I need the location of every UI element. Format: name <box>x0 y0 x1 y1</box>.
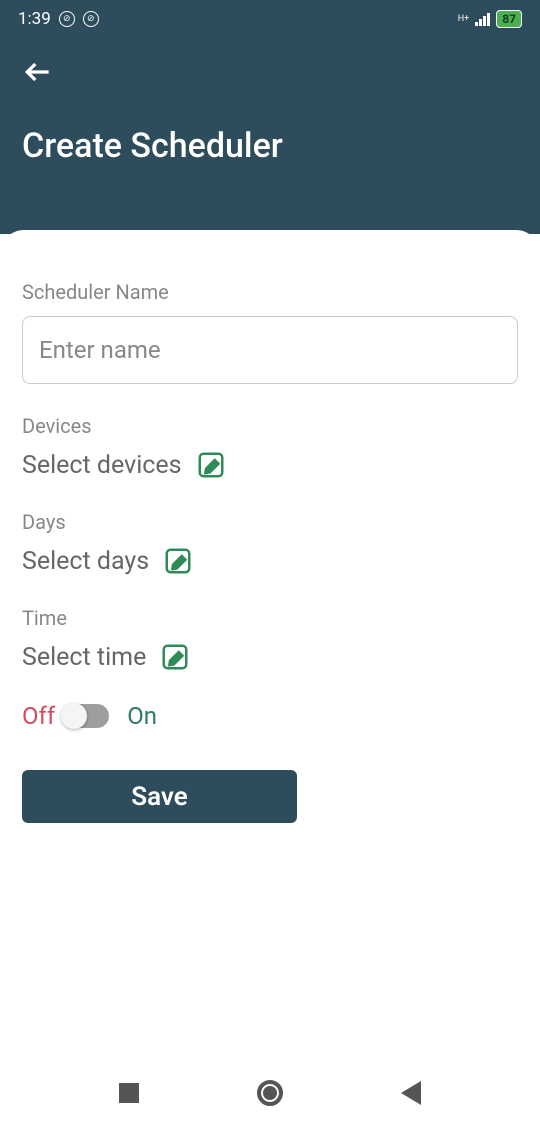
toggle-knob <box>61 703 87 729</box>
recent-apps-button[interactable] <box>119 1083 139 1103</box>
days-select-row[interactable]: Select days <box>22 546 518 576</box>
edit-icon <box>163 546 193 576</box>
page-title: Create Scheduler <box>22 126 518 166</box>
edit-icon <box>196 450 226 480</box>
signal-icon <box>475 12 490 26</box>
devices-select-text: Select devices <box>22 451 182 480</box>
time-select-text: Select time <box>22 643 146 672</box>
toggle-row: Off On <box>22 702 518 730</box>
edit-icon <box>160 642 190 672</box>
home-button[interactable] <box>257 1080 283 1106</box>
battery-icon: 87 <box>496 10 522 28</box>
days-section: Days Select days <box>22 510 518 576</box>
dnd-icon-2: ⊘ <box>83 11 99 27</box>
devices-select-row[interactable]: Select devices <box>22 450 518 480</box>
form-content: Scheduler Name Devices Select devices Da… <box>0 230 540 823</box>
dnd-icon: ⊘ <box>59 11 75 27</box>
network-type-icon: H+ <box>458 14 470 24</box>
arrow-left-icon <box>22 56 54 88</box>
back-button[interactable] <box>22 56 518 96</box>
days-select-text: Select days <box>22 547 149 576</box>
back-nav-button[interactable] <box>401 1081 421 1105</box>
app-header: Create Scheduler <box>0 38 540 234</box>
days-label: Days <box>22 510 518 534</box>
status-left: 1:39 ⊘ ⊘ <box>18 9 99 29</box>
off-label: Off <box>22 702 55 730</box>
status-time: 1:39 <box>18 9 51 29</box>
time-select-row[interactable]: Select time <box>22 642 518 672</box>
time-section: Time Select time <box>22 606 518 672</box>
devices-section: Devices Select devices <box>22 414 518 480</box>
on-off-toggle[interactable] <box>63 704 109 728</box>
name-label: Scheduler Name <box>22 280 518 304</box>
save-button[interactable]: Save <box>22 770 297 823</box>
status-right: H+ 87 <box>458 10 522 28</box>
on-label: On <box>127 702 157 730</box>
status-bar: 1:39 ⊘ ⊘ H+ 87 <box>0 0 540 38</box>
devices-label: Devices <box>22 414 518 438</box>
time-label: Time <box>22 606 518 630</box>
system-nav-bar <box>0 1063 540 1123</box>
scheduler-name-input[interactable] <box>22 316 518 384</box>
name-section: Scheduler Name <box>22 280 518 384</box>
